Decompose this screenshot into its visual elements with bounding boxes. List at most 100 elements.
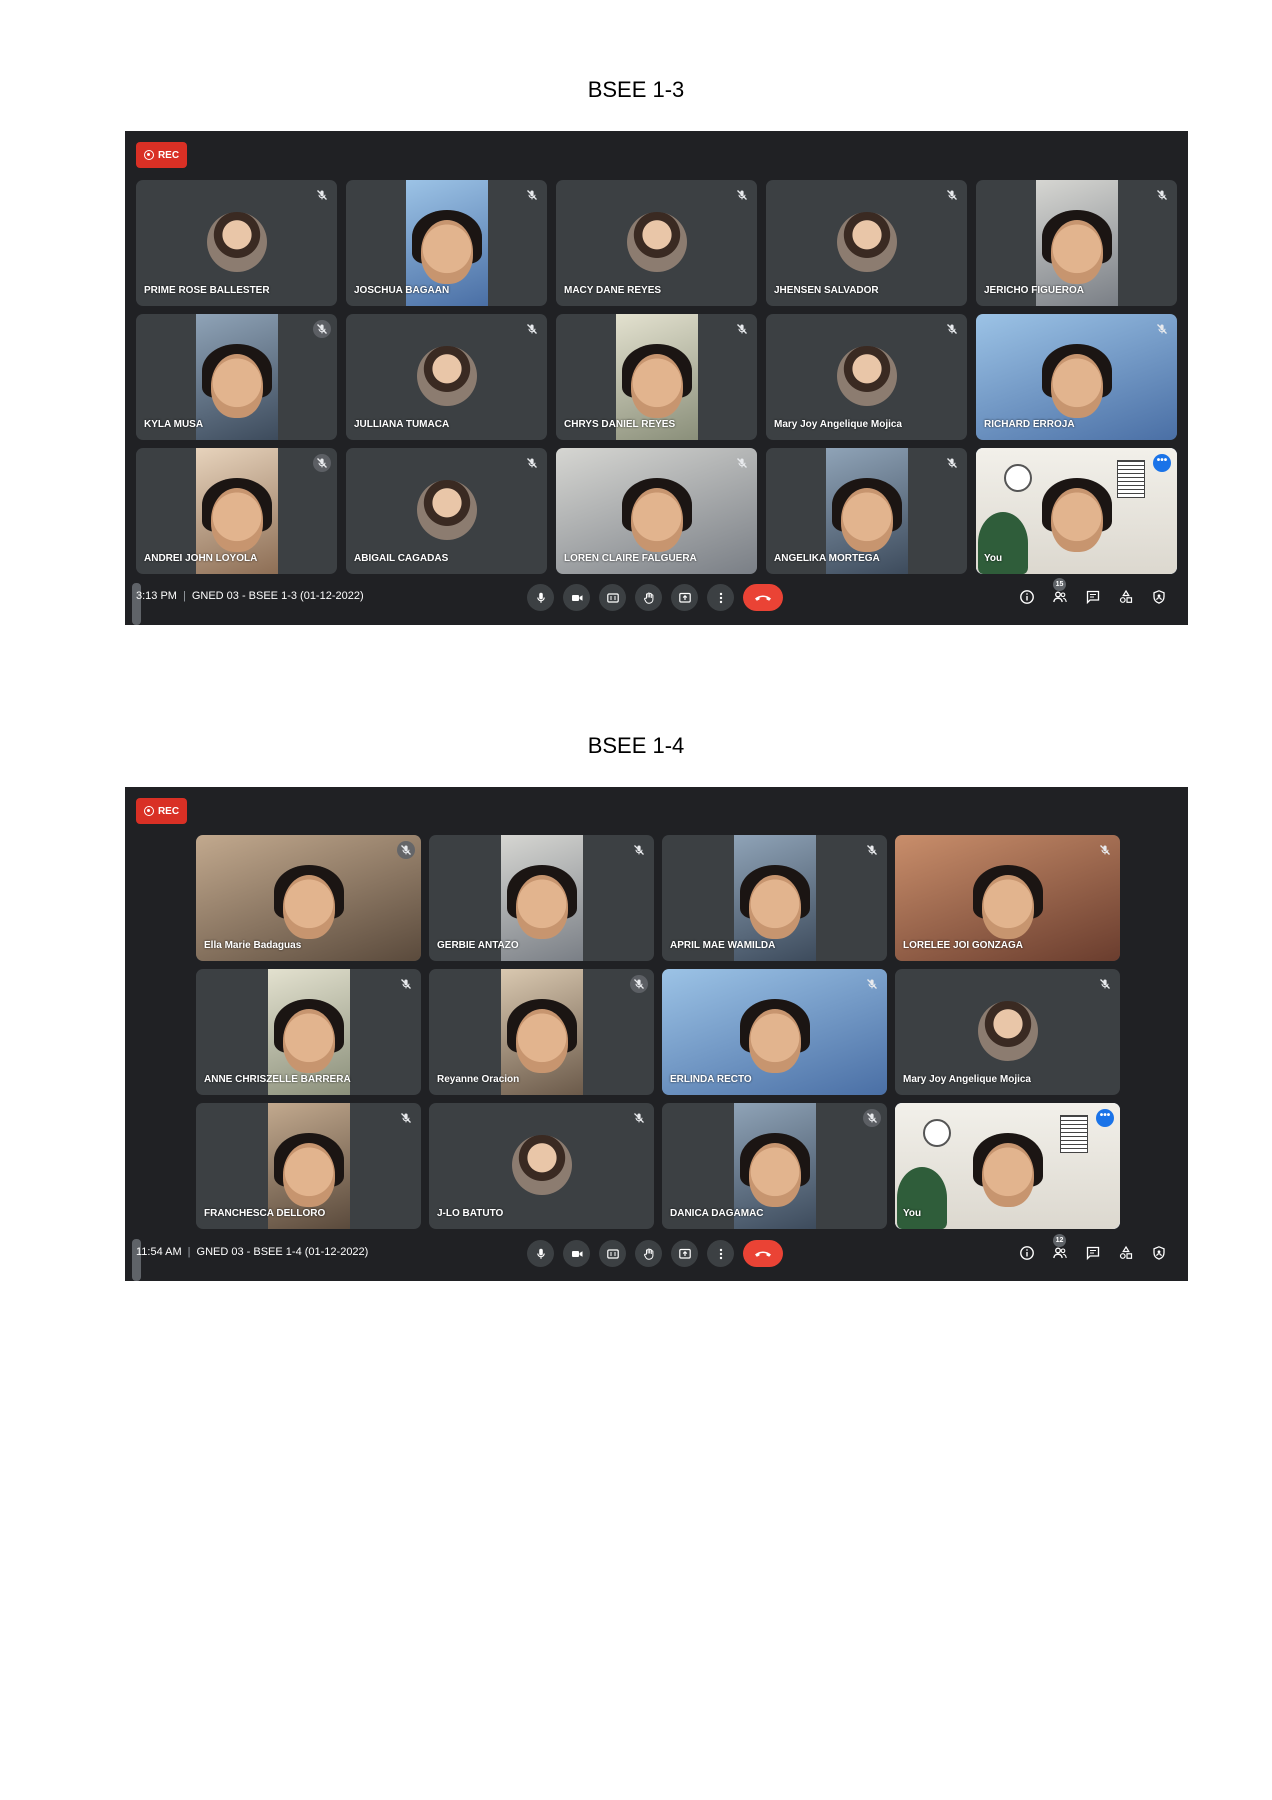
captions-icon xyxy=(606,1247,620,1261)
participant-name: ANDREI JOHN LOYOLA xyxy=(144,553,258,564)
mic-button[interactable] xyxy=(527,1240,554,1267)
tile-more-options-button[interactable]: ••• xyxy=(1096,1109,1114,1127)
muted-mic-icon xyxy=(1098,977,1112,991)
captions-button[interactable] xyxy=(599,584,626,611)
meeting-info-button[interactable] xyxy=(1017,587,1037,607)
participant-tile[interactable]: ANGELIKA MORTEGA xyxy=(766,448,967,574)
tile-more-options-button[interactable]: ••• xyxy=(1153,454,1171,472)
participant-name: Reyanne Oracion xyxy=(437,1074,520,1085)
participant-name: JULLIANA TUMACA xyxy=(354,419,450,430)
muted-mic-icon xyxy=(525,188,539,202)
raise-hand-button[interactable] xyxy=(635,1240,662,1267)
participant-count-badge: 15 xyxy=(1053,578,1066,591)
participant-tile[interactable]: FRANCHESCA DELLORO xyxy=(196,1103,421,1229)
captions-button[interactable] xyxy=(599,1240,626,1267)
recording-badge[interactable]: REC xyxy=(136,798,187,824)
participant-name: ANNE CHRISZELLE BARRERA xyxy=(204,1074,351,1085)
people-icon xyxy=(1052,1245,1068,1261)
participant-tile[interactable]: KYLA MUSA xyxy=(136,314,337,440)
mic-icon xyxy=(534,591,548,605)
more-options-button[interactable] xyxy=(707,1240,734,1267)
participant-tile[interactable]: CHRYS DANIEL REYES xyxy=(556,314,757,440)
participant-face xyxy=(515,1009,568,1073)
present-button[interactable] xyxy=(671,584,698,611)
participant-avatar xyxy=(511,1135,572,1195)
participant-face xyxy=(840,488,893,552)
raise-hand-button[interactable] xyxy=(635,584,662,611)
muted-mic-icon xyxy=(313,454,331,472)
participant-name: Ella Marie Badaguas xyxy=(204,940,302,951)
chat-button[interactable] xyxy=(1083,587,1103,607)
muted-mic-icon xyxy=(632,843,646,857)
participant-tile[interactable]: LOREN CLAIRE FALGUERA xyxy=(556,448,757,574)
activities-button[interactable] xyxy=(1116,587,1136,607)
participant-tile[interactable]: DANICA DAGAMAC xyxy=(662,1103,887,1229)
muted-mic-icon xyxy=(945,456,959,470)
info-icon xyxy=(1019,589,1035,605)
participant-tile[interactable]: RICHARD ERROJA xyxy=(976,314,1177,440)
recording-badge[interactable]: REC xyxy=(136,142,187,168)
participant-name: APRIL MAE WAMILDA xyxy=(670,940,776,951)
participant-tile[interactable]: JHENSEN SALVADOR xyxy=(766,180,967,306)
camera-icon xyxy=(570,1247,584,1261)
participant-face xyxy=(1050,220,1103,284)
participant-face xyxy=(981,875,1034,939)
meeting-info-button[interactable] xyxy=(1017,1243,1037,1263)
participant-name: FRANCHESCA DELLORO xyxy=(204,1208,326,1219)
participant-tile[interactable]: LORELEE JOI GONZAGA xyxy=(895,835,1120,961)
raise-hand-icon xyxy=(642,591,656,605)
camera-icon xyxy=(570,591,584,605)
participant-avatar xyxy=(206,212,267,272)
participant-tile[interactable]: Ella Marie Badaguas xyxy=(196,835,421,961)
self-video-tile[interactable]: You ••• xyxy=(895,1103,1120,1229)
participant-tile[interactable]: GERBIE ANTAZO xyxy=(429,835,654,961)
participant-tile[interactable]: JULLIANA TUMACA xyxy=(346,314,547,440)
camera-button[interactable] xyxy=(563,584,590,611)
calendar-icon xyxy=(1117,460,1145,498)
participant-tile[interactable]: MACY DANE REYES xyxy=(556,180,757,306)
participant-face xyxy=(282,1143,335,1207)
participant-name: ERLINDA RECTO xyxy=(670,1074,752,1085)
camera-button[interactable] xyxy=(563,1240,590,1267)
participant-tile[interactable]: JERICHO FIGUEROA xyxy=(976,180,1177,306)
mic-button[interactable] xyxy=(527,584,554,611)
more-options-button[interactable] xyxy=(707,584,734,611)
end-call-button[interactable] xyxy=(743,1240,783,1267)
participant-tile[interactable]: APRIL MAE WAMILDA xyxy=(662,835,887,961)
muted-mic-icon xyxy=(863,1109,881,1127)
participant-tile[interactable]: ABIGAIL CAGADAS xyxy=(346,448,547,574)
participant-tile[interactable]: J-LO BATUTO xyxy=(429,1103,654,1229)
participant-tile[interactable]: Mary Joy Angelique Mojica xyxy=(895,969,1120,1095)
participant-tile[interactable]: JOSCHUA BAGAAN xyxy=(346,180,547,306)
participant-name: You xyxy=(903,1208,922,1219)
self-video-tile[interactable]: You ••• xyxy=(976,448,1177,574)
divider: | xyxy=(187,1246,191,1258)
participant-tile[interactable]: ERLINDA RECTO xyxy=(662,969,887,1095)
participant-face xyxy=(1050,354,1103,418)
participant-tile[interactable]: PRIME ROSE BALLESTER xyxy=(136,180,337,306)
meeting-control-bar: 11:54 AM | GNED 03 - BSEE 1-4 (01-12-2022)… xyxy=(125,1225,1188,1281)
participant-count-badge: 12 xyxy=(1053,1234,1066,1247)
activities-button[interactable] xyxy=(1116,1243,1136,1263)
participant-name: RICHARD ERROJA xyxy=(984,419,1075,430)
people-button[interactable]: 12 xyxy=(1050,1234,1070,1263)
participant-face xyxy=(630,488,683,552)
participant-tile[interactable]: ANDREI JOHN LOYOLA xyxy=(136,448,337,574)
participant-tile[interactable]: Mary Joy Angelique Mojica xyxy=(766,314,967,440)
host-controls-button[interactable] xyxy=(1149,587,1169,607)
participant-avatar xyxy=(416,346,477,406)
muted-mic-icon xyxy=(865,843,879,857)
end-call-button[interactable] xyxy=(743,584,783,611)
participant-tile[interactable]: ANNE CHRISZELLE BARRERA xyxy=(196,969,421,1095)
chat-button[interactable] xyxy=(1083,1243,1103,1263)
info-icon xyxy=(1019,1245,1035,1261)
muted-mic-icon xyxy=(735,456,749,470)
rec-label: REC xyxy=(157,805,180,817)
host-controls-button[interactable] xyxy=(1149,1243,1169,1263)
rec-label: REC xyxy=(157,149,180,161)
participant-face xyxy=(210,354,263,418)
participant-tile[interactable]: Reyanne Oracion xyxy=(429,969,654,1095)
activities-icon xyxy=(1118,1245,1134,1261)
people-button[interactable]: 15 xyxy=(1050,578,1070,607)
present-button[interactable] xyxy=(671,1240,698,1267)
